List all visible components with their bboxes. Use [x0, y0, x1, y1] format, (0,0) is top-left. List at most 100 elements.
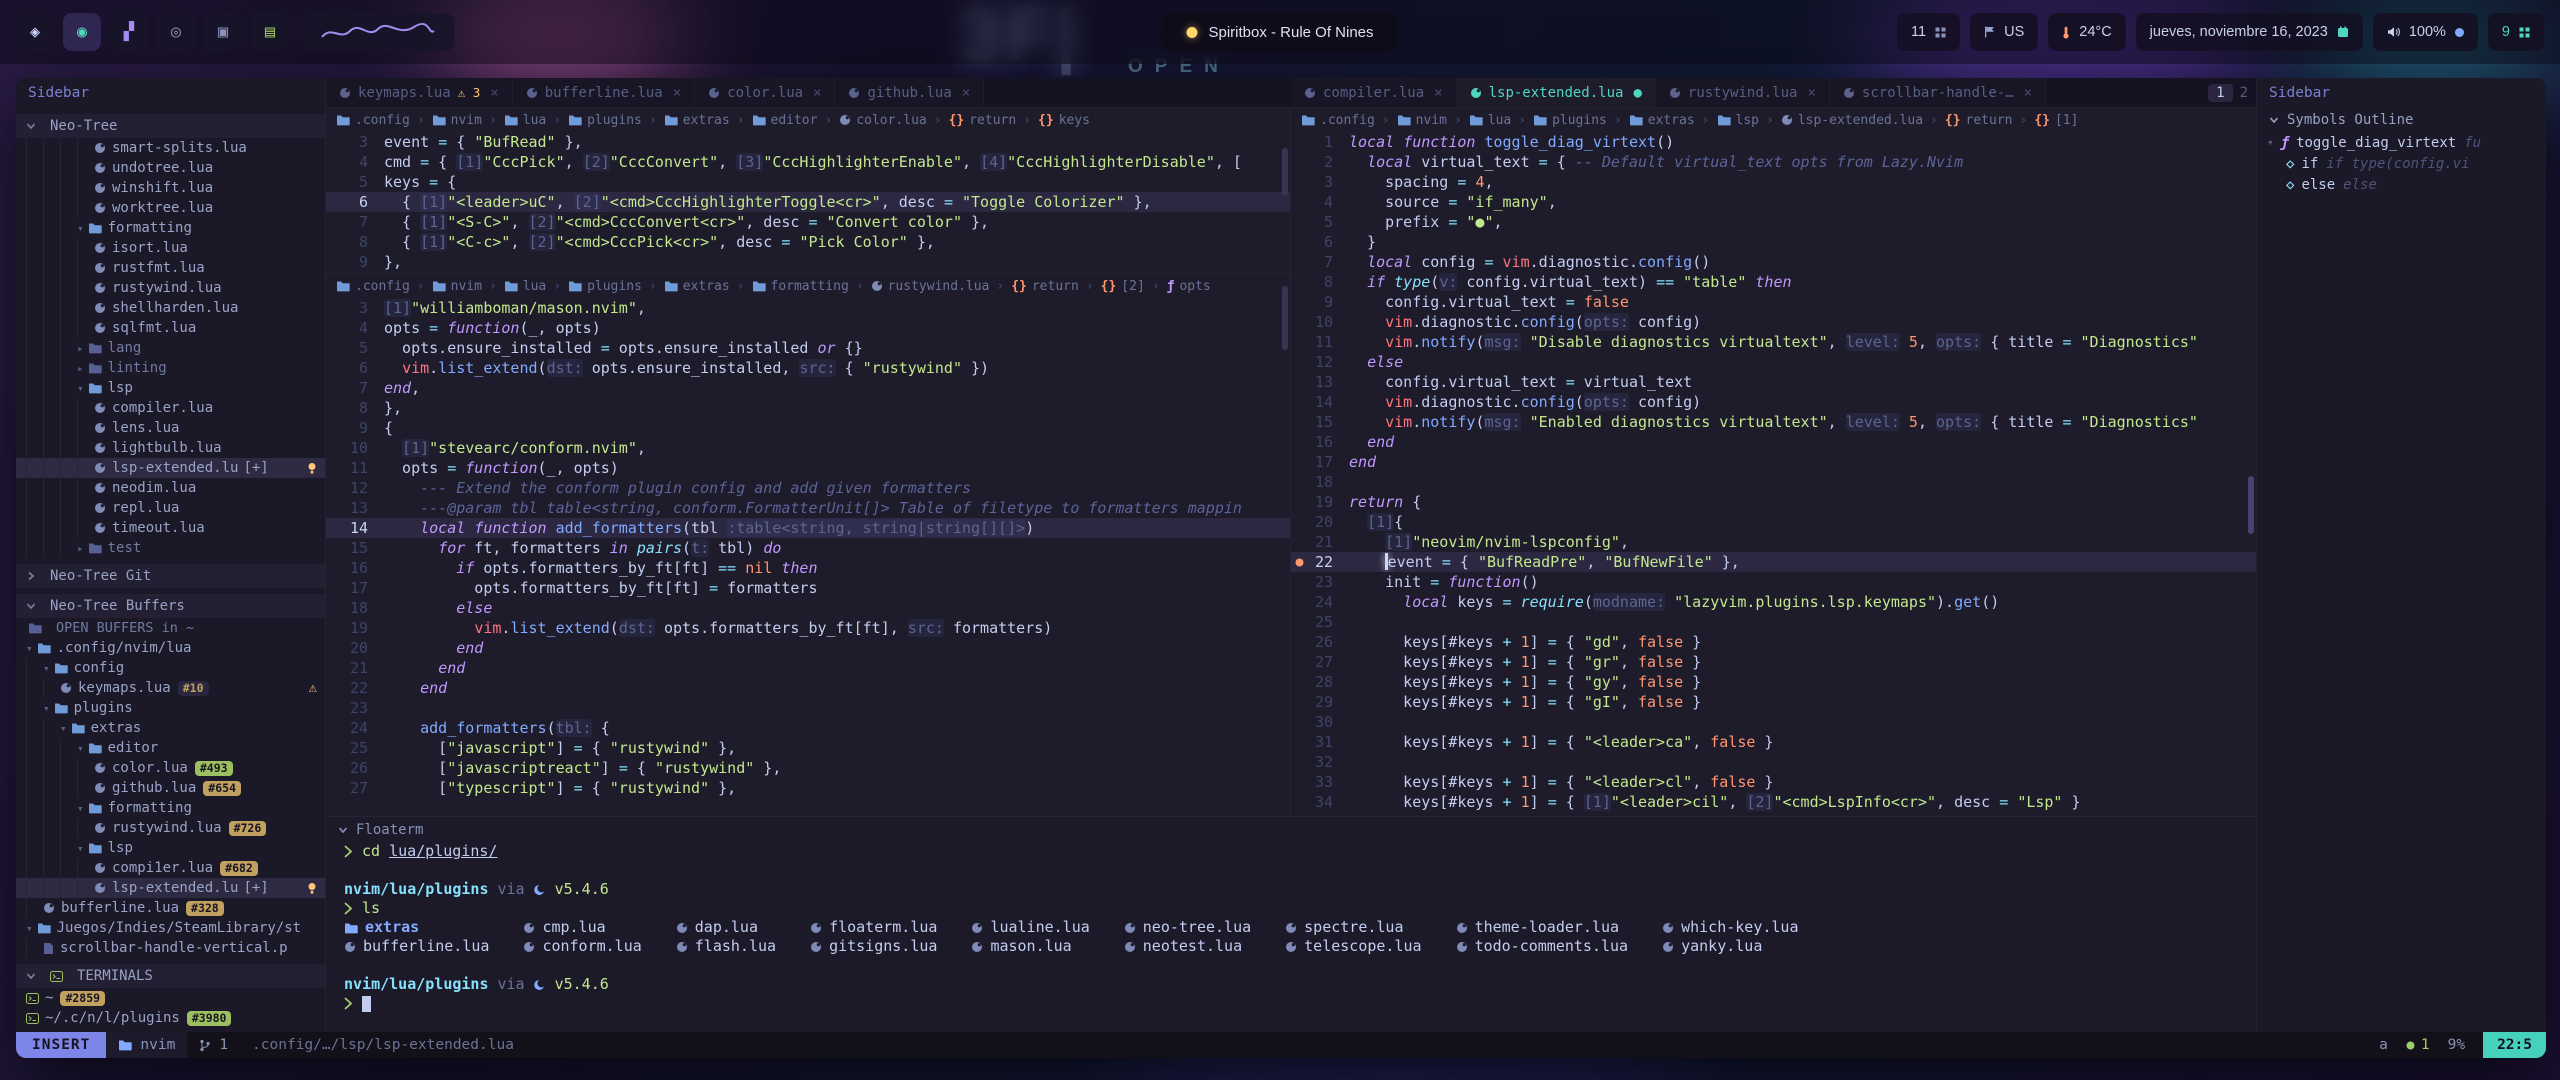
tree-item-lsp-extended-lu[interactable]: lsp-extended.lu[+] — [16, 878, 325, 898]
breadcrumb-item[interactable]: lua — [1469, 113, 1511, 128]
code-line[interactable]: 3event = { "BufRead" }, — [326, 132, 1290, 152]
code-line[interactable]: 3 spacing = 4, — [1291, 172, 2256, 192]
breadcrumb-item[interactable]: lsp-extended.lua — [1781, 113, 1923, 128]
tree-item-repl-lua[interactable]: repl.lua — [16, 498, 325, 518]
code-line[interactable]: 22 event = { "BufReadPre", "BufNewFile" … — [1291, 552, 2256, 572]
tree-item-bufferline-lua[interactable]: bufferline.lua#328 — [16, 898, 325, 918]
tree-item-test[interactable]: ▸test — [16, 538, 325, 558]
tab-rustywind-lua[interactable]: rustywind.lua× — [1656, 78, 1830, 107]
tree-item-~-c-n-l-plugins[interactable]: ~/.c/n/l/plugins#3980 — [16, 1008, 325, 1028]
section-neotree-buffers[interactable]: Neo-Tree Buffers — [16, 594, 325, 618]
topbar-launcher-button[interactable]: ◈ — [16, 13, 54, 51]
tree-item-rustywind-lua[interactable]: rustywind.lua — [16, 278, 325, 298]
code-line[interactable]: 7end, — [326, 378, 1290, 398]
topbar-recorder-button[interactable]: ◎ — [157, 13, 195, 51]
scrollbar-thumb[interactable] — [2248, 476, 2254, 534]
close-icon[interactable]: × — [962, 85, 970, 101]
code-line[interactable]: 21 end — [326, 658, 1290, 678]
code-line[interactable]: 13 config.virtual_text = virtual_text — [1291, 372, 2256, 392]
outline-item-else[interactable]: ◇elseelse — [2257, 174, 2546, 195]
tree-item-~[interactable]: ~#2859 — [16, 988, 325, 1008]
topbar-notes-button[interactable]: ▤ — [251, 13, 289, 51]
breadcrumb-item[interactable]: plugins — [1533, 113, 1607, 128]
tree-item-lang[interactable]: ▸lang — [16, 338, 325, 358]
tab-color-lua[interactable]: color.lua× — [695, 78, 835, 107]
tree-item-lightbulb-lua[interactable]: lightbulb.lua — [16, 438, 325, 458]
code-line[interactable]: 32 — [1291, 752, 2256, 772]
tree-item-undotree-lua[interactable]: undotree.lua — [16, 158, 325, 178]
tab-scrollbar-handle-[interactable]: scrollbar-handle-…× — [1830, 78, 2046, 107]
breadcrumb-item[interactable]: plugins — [568, 279, 642, 294]
breadcrumb-item[interactable]: lua — [504, 113, 546, 128]
breadcrumb-item[interactable]: lsp — [1717, 113, 1759, 128]
window-count-widget[interactable]: 11 — [1897, 13, 1960, 51]
tree-item-scrollbar-handle-vertical-p[interactable]: scrollbar-handle-vertical.p — [16, 938, 325, 958]
code-line[interactable]: 13 ---@param tbl table<string, conform.F… — [326, 498, 1290, 518]
tree-item-formatting[interactable]: ▾formatting — [16, 218, 325, 238]
code-line[interactable]: 4cmd = { [1]"CccPick", [2]"CccConvert", … — [326, 152, 1290, 172]
code-line[interactable]: 2 local virtual_text = { -- Default virt… — [1291, 152, 2256, 172]
tree-item-smart-splits-lua[interactable]: smart-splits.lua — [16, 138, 325, 158]
breadcrumb-item[interactable]: {}keys — [1038, 113, 1090, 128]
tree-item-timeout-lua[interactable]: timeout.lua — [16, 518, 325, 538]
breadcrumb-item[interactable]: lua — [504, 279, 546, 294]
temperature-widget[interactable]: 24°C — [2048, 13, 2125, 51]
topbar-browser-button[interactable]: ◉ — [63, 13, 101, 51]
section-neotree-files[interactable]: Neo-Tree — [16, 114, 325, 138]
breadcrumb-item[interactable]: {}return — [1011, 279, 1079, 294]
code-line[interactable]: 20 end — [326, 638, 1290, 658]
breadcrumb-item[interactable]: nvim — [432, 113, 482, 128]
outline-item-toggle_diag_virtext[interactable]: ▾ƒtoggle_diag_virtextfu — [2257, 132, 2546, 153]
code-line[interactable]: 16 end — [1291, 432, 2256, 452]
topbar-clipboard-button[interactable]: ▣ — [204, 13, 242, 51]
code-line[interactable]: 26 keys[#keys + 1] = { "gd", false } — [1291, 632, 2256, 652]
tab-github-lua[interactable]: github.lua× — [835, 78, 984, 107]
code-line[interactable]: 16 if opts.formatters_by_ft[ft] == nil t… — [326, 558, 1290, 578]
code-line[interactable]: 9{ — [326, 418, 1290, 438]
tab-compiler-lua[interactable]: compiler.lua× — [1291, 78, 1457, 107]
code-line[interactable]: 28 keys[#keys + 1] = { "gy", false } — [1291, 672, 2256, 692]
code-line[interactable]: 14 vim.diagnostic.config(opts: config) — [1291, 392, 2256, 412]
code-buffer[interactable]: 1local function toggle_diag_virtext()2 l… — [1291, 132, 2256, 812]
code-line[interactable]: 10 vim.diagnostic.config(opts: config) — [1291, 312, 2256, 332]
tree-item-rustfmt-lua[interactable]: rustfmt.lua — [16, 258, 325, 278]
tree-item-worktree-lua[interactable]: worktree.lua — [16, 198, 325, 218]
code-line[interactable]: 8 if type(v: config.virtual_text) == "ta… — [1291, 272, 2256, 292]
breadcrumb-item[interactable]: .config — [336, 279, 410, 294]
symbols-outline-header[interactable]: Symbols Outline — [2257, 108, 2546, 132]
close-icon[interactable]: × — [813, 85, 821, 101]
tree-item--config-nvim-lua[interactable]: ▾.config/nvim/lua — [16, 638, 325, 658]
tree-item-lsp[interactable]: ▾lsp — [16, 838, 325, 858]
code-line[interactable]: 15 vim.notify(msg: "Enabled diagnostics … — [1291, 412, 2256, 432]
keyboard-layout-widget[interactable]: US — [1970, 13, 2038, 51]
code-line[interactable]: 27 ["typescript"] = { "rustywind" }, — [326, 778, 1290, 798]
code-line[interactable]: 6 { [1]"<leader>uC", [2]"<cmd>CccHighlig… — [326, 192, 1290, 212]
breadcrumb-item[interactable]: {}[1] — [2034, 113, 2078, 128]
breadcrumb-item[interactable]: plugins — [568, 113, 642, 128]
code-line[interactable]: 25 ["javascript"] = { "rustywind" }, — [326, 738, 1290, 758]
music-widget[interactable]: Spiritbox - Rule Of Nines — [1162, 12, 1397, 52]
tree-item-extras[interactable]: ▾extras — [16, 718, 325, 738]
breadcrumb-item[interactable]: {}[2] — [1101, 279, 1145, 294]
tree-item-compiler-lua[interactable]: compiler.lua — [16, 398, 325, 418]
code-line[interactable]: 29 keys[#keys + 1] = { "gI", false } — [1291, 692, 2256, 712]
code-line[interactable]: 34 keys[#keys + 1] = { [1]"<leader>cil",… — [1291, 792, 2256, 812]
code-line[interactable]: 31 keys[#keys + 1] = { "<leader>ca", fal… — [1291, 732, 2256, 752]
code-line[interactable]: 12 else — [1291, 352, 2256, 372]
tree-item-lsp-extended-lu[interactable]: lsp-extended.lu[+] — [16, 458, 325, 478]
code-line[interactable]: 22 end — [326, 678, 1290, 698]
code-line[interactable]: 17end — [1291, 452, 2256, 472]
code-line[interactable]: 21 [1]"neovim/nvim-lspconfig", — [1291, 532, 2256, 552]
breadcrumb-item[interactable]: .config — [336, 113, 410, 128]
code-line[interactable]: 26 ["javascriptreact"] = { "rustywind" }… — [326, 758, 1290, 778]
tabpage-2[interactable]: 2 — [2240, 85, 2248, 101]
code-line[interactable]: 9}, — [326, 252, 1290, 272]
code-line[interactable]: 27 keys[#keys + 1] = { "gr", false } — [1291, 652, 2256, 672]
breadcrumb-item[interactable]: nvim — [1397, 113, 1447, 128]
close-icon[interactable]: × — [490, 85, 498, 101]
tree-item-Juegos-Indies-SteamLibrary-st[interactable]: ▾Juegos/Indies/SteamLibrary/st — [16, 918, 325, 938]
code-line[interactable]: 4opts = function(_, opts) — [326, 318, 1290, 338]
tree-item-shellharden-lua[interactable]: shellharden.lua — [16, 298, 325, 318]
breadcrumb-item[interactable]: .config — [1301, 113, 1375, 128]
code-buffer[interactable]: 3[1]"williamboman/mason.nvim",4opts = fu… — [326, 298, 1290, 798]
